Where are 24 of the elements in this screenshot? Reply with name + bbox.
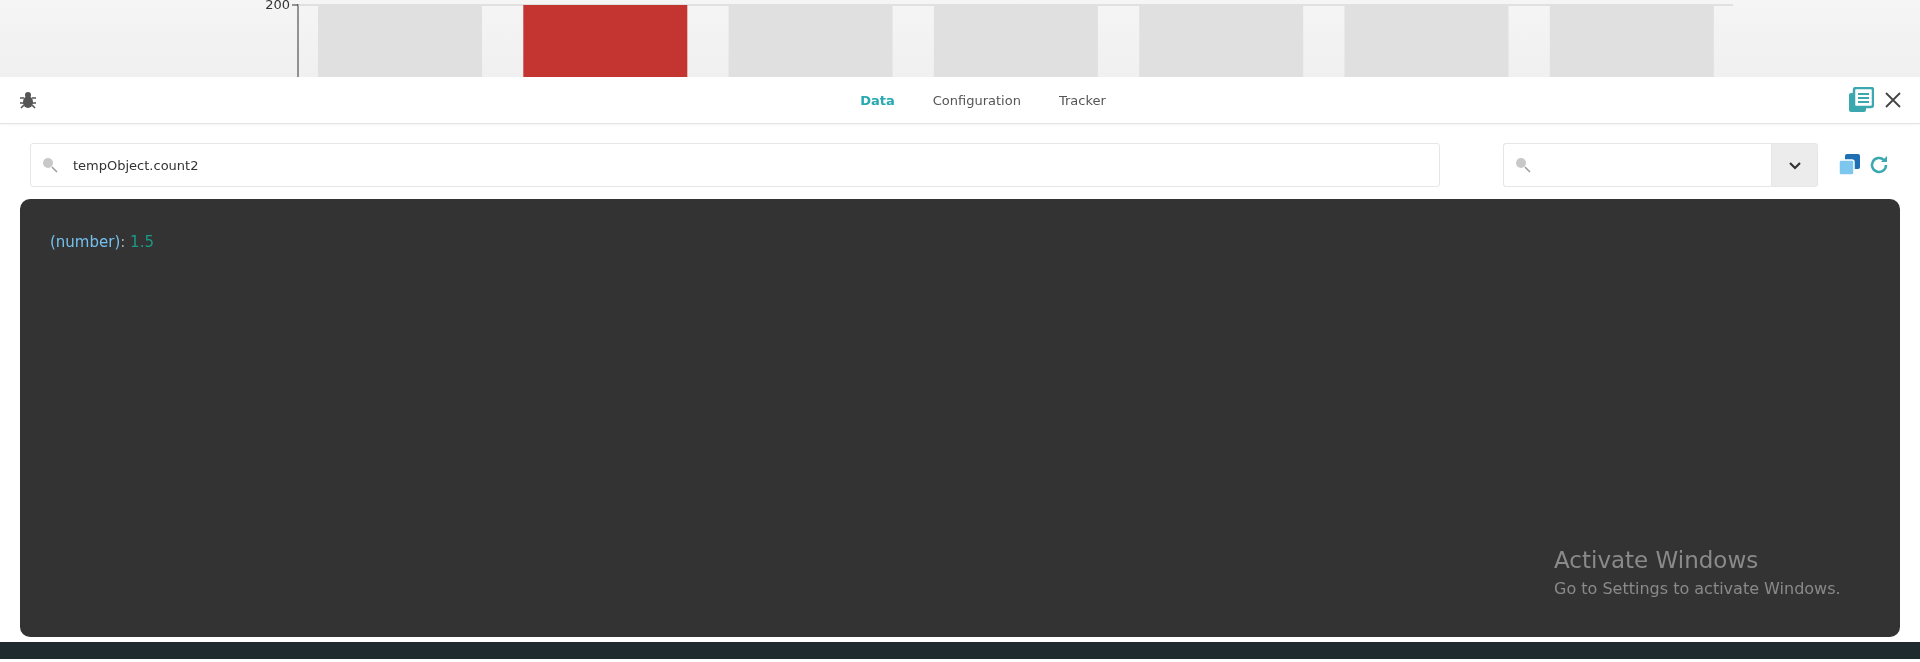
chart-bar[interactable] <box>1549 5 1714 77</box>
dropdown-button[interactable] <box>1771 143 1818 187</box>
chart-bar[interactable] <box>1344 5 1509 77</box>
refresh-icon[interactable] <box>1868 154 1890 176</box>
notice-text: Go to Settings to activate Windows. <box>1554 579 1841 598</box>
chart-bar[interactable] <box>728 5 893 77</box>
search-icon <box>1515 157 1531 173</box>
chevron-down-icon <box>1787 160 1802 170</box>
output-text: (number): 1.5 <box>50 233 155 251</box>
search-icon <box>42 157 58 173</box>
bug-icon[interactable] <box>18 90 38 110</box>
search-field[interactable]: tempObject.count2 <box>30 143 1440 187</box>
copy-icon[interactable] <box>1838 153 1862 177</box>
close-icon[interactable] <box>1884 91 1902 109</box>
document-icon[interactable] <box>1848 87 1874 113</box>
chart-bar[interactable] <box>318 5 482 77</box>
chart-bar[interactable] <box>523 5 688 77</box>
filter-field[interactable] <box>1503 143 1771 187</box>
tab[interactable]: Tracker <box>1058 88 1106 112</box>
tab[interactable]: Configuration <box>932 88 1021 112</box>
axis-label: 200 <box>265 0 290 12</box>
notice-title: Activate Windows <box>1554 547 1760 573</box>
chart-bar[interactable] <box>933 5 1098 77</box>
chart-bar[interactable] <box>1139 5 1304 77</box>
